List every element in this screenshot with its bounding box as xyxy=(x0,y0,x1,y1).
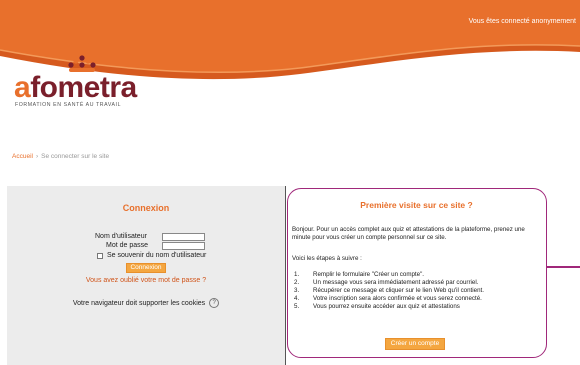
login-title: Connexion xyxy=(122,203,170,213)
first-visit-steps: 1. Remplir le formulaire "Créer un compte… xyxy=(294,271,484,311)
logo-wordmark-rest: fometra xyxy=(30,71,137,104)
first-visit-title: Première visite sur ce site ? xyxy=(360,200,473,210)
list-item: 3. Récupérer ce message et cliquer sur le… xyxy=(294,287,484,295)
breadcrumb-home-link[interactable]: Accueil xyxy=(12,153,33,160)
step-number: 5. xyxy=(294,303,300,310)
list-item: 2. Un message vous sera immédiatement adr… xyxy=(294,279,484,287)
list-item: 1. Remplir le formulaire "Créer un compte… xyxy=(294,271,484,279)
create-account-button[interactable]: Créer un compte xyxy=(385,338,445,350)
breadcrumb-current: Se connecter sur le site xyxy=(41,153,110,160)
step-number: 3. xyxy=(294,287,300,294)
logo-wordmark-a: a xyxy=(14,71,31,104)
step-number: 4. xyxy=(294,295,300,302)
forgot-password-link-text[interactable]: Vous avez oublié votre mot de passe ? xyxy=(86,277,206,284)
question-circle-icon[interactable]: ? xyxy=(209,298,220,308)
step-text: Votre inscription sera alors confirmée e… xyxy=(313,295,482,302)
remember-username-label: Se souvenir du nom d'utilisateur xyxy=(107,252,207,259)
first-visit-intro: Bonjour. Pour un accès complet aux quiz … xyxy=(292,226,525,241)
login-button[interactable]: Connexion xyxy=(126,263,166,273)
logo-tagline: FORMATION EN SANTÉ AU TRAVAIL xyxy=(15,102,122,108)
cookies-notice-text: Votre navigateur doit supporter les cook… xyxy=(72,299,206,307)
logo-wordmark: afometra xyxy=(14,73,137,103)
step-number: 1. xyxy=(294,271,300,278)
step-text: Un message vous sera immédiatement adres… xyxy=(313,279,479,286)
panel-divider xyxy=(285,186,286,365)
password-label: Mot de passe xyxy=(106,242,149,249)
step-text: Récupérer ce message et cliquer sur le l… xyxy=(313,287,484,294)
breadcrumb-separator: › xyxy=(35,153,39,160)
cookies-notice: Votre navigateur doit supporter les cook… xyxy=(7,298,285,308)
first-visit-box: Première visite sur ce site ? Bonjour. P… xyxy=(287,188,547,358)
box-connector-line xyxy=(547,266,580,268)
username-input[interactable] xyxy=(162,233,205,241)
list-item: 5. Vous pourrez ensuite accéder aux quiz … xyxy=(294,303,484,311)
step-number: 2. xyxy=(294,279,300,286)
breadcrumb: Accueil › Se connecter sur le site xyxy=(12,153,109,160)
password-input[interactable] xyxy=(162,242,205,250)
list-item: 4. Votre inscription sera alors confirmée… xyxy=(294,295,484,303)
first-visit-steps-intro: Voici les étapes à suivre : xyxy=(292,255,362,262)
remember-username-checkbox[interactable] xyxy=(97,253,103,259)
step-text: Vous pourrez ensuite accéder aux quiz et… xyxy=(313,303,460,310)
login-panel: Connexion Nom d'utilisateur Mot de passe… xyxy=(7,186,285,365)
login-status-text: Vous êtes connecté anonymement xyxy=(468,18,576,25)
step-text: Remplir le formulaire "Créer un compte". xyxy=(313,271,424,278)
forgot-password-link: Vous avez oublié votre mot de passe ? xyxy=(7,277,285,284)
afometra-logo[interactable]: afometra FORMATION EN SANTÉ AU TRAVAIL xyxy=(14,55,174,108)
username-label: Nom d'utilisateur xyxy=(95,233,147,240)
